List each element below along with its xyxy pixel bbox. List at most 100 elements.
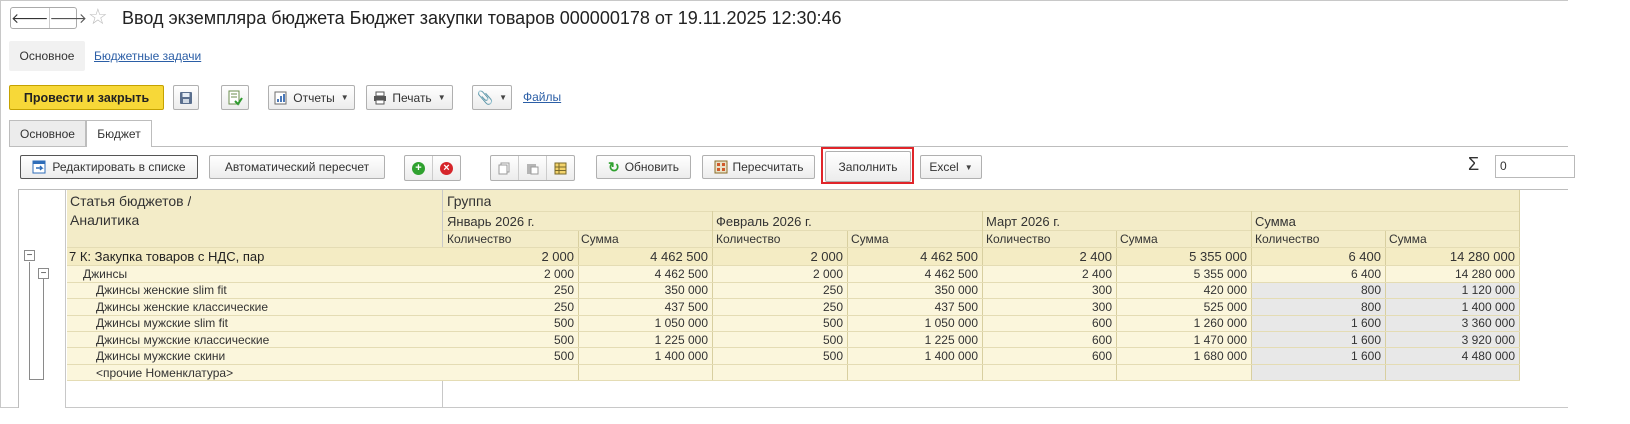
cell-value[interactable]: 250 <box>443 299 578 315</box>
col-header-qty: Количество <box>447 232 512 246</box>
selection-sum-field[interactable]: 0 <box>1495 155 1575 178</box>
forward-arrow-icon[interactable]: 🡒 <box>50 8 88 28</box>
reports-label: Отчеты <box>293 90 335 105</box>
cell-value[interactable]: 2 000 <box>443 247 578 265</box>
cell-value[interactable]: 500 <box>713 315 847 331</box>
refresh-button[interactable]: ↻ Обновить <box>596 155 691 179</box>
post-document-button[interactable] <box>221 85 249 110</box>
cell-value[interactable]: 6 400 <box>1252 247 1385 265</box>
cell-value[interactable]: 1 470 000 <box>1117 332 1251 348</box>
cell-value[interactable]: 600 <box>983 332 1116 348</box>
save-button[interactable] <box>173 85 199 110</box>
cell-value[interactable]: 525 000 <box>1117 299 1251 315</box>
cell-value[interactable]: 300 <box>983 299 1116 315</box>
cell-value[interactable]: 250 <box>443 282 578 298</box>
cell-value[interactable]: 600 <box>983 348 1116 364</box>
cell-value[interactable]: 1 225 000 <box>579 332 712 348</box>
collapse-icon[interactable]: − <box>24 250 35 261</box>
cell-value[interactable]: 420 000 <box>1117 282 1251 298</box>
row-label[interactable]: 7 К: Закупка товаров с НДС, пар <box>69 247 264 265</box>
print-menu-button[interactable]: Печать ▼ <box>366 85 453 110</box>
row-label[interactable]: Джинсы женские slim fit <box>96 282 227 298</box>
section-link-budget-tasks[interactable]: Бюджетные задачи <box>94 49 201 63</box>
section-tab-main[interactable]: Основное <box>9 41 85 71</box>
cell-value[interactable]: 500 <box>713 332 847 348</box>
col-header-qty: Количество <box>986 232 1051 246</box>
cell-value[interactable]: 1 260 000 <box>1117 315 1251 331</box>
cell-value[interactable]: 14 280 000 <box>1386 265 1519 282</box>
cell-value[interactable]: 5 355 000 <box>1117 247 1251 265</box>
excel-menu-button[interactable]: Excel ▼ <box>920 155 982 179</box>
row-label[interactable]: Джинсы мужские скини <box>96 348 225 364</box>
row-label[interactable]: Джинсы женские классические <box>96 299 268 315</box>
back-arrow-icon[interactable]: 🡐 <box>11 8 50 28</box>
copy-button[interactable] <box>491 156 519 180</box>
cell-value[interactable]: 2 000 <box>713 265 847 282</box>
cell-value[interactable]: 1 600 <box>1252 332 1385 348</box>
cell-value[interactable]: 4 462 500 <box>848 265 982 282</box>
excel-label: Excel <box>929 160 959 174</box>
cell-value[interactable]: 800 <box>1252 299 1385 315</box>
reports-menu-button[interactable]: Отчеты ▼ <box>268 85 355 110</box>
navigation-buttons: 🡐 🡒 <box>10 7 87 29</box>
table-settings-button[interactable] <box>547 156 574 180</box>
cell-value[interactable]: 1 050 000 <box>848 315 982 331</box>
cell-value[interactable]: 1 600 <box>1252 348 1385 364</box>
tab-budget[interactable]: Бюджет <box>86 120 152 147</box>
cell-value[interactable]: 500 <box>713 348 847 364</box>
files-link-label[interactable]: Файлы <box>523 90 561 104</box>
cell-value[interactable]: 2 000 <box>443 265 578 282</box>
cell-value[interactable]: 600 <box>983 315 1116 331</box>
cell-value[interactable]: 4 462 500 <box>579 265 712 282</box>
row-label[interactable]: Джинсы мужские классические <box>96 332 269 348</box>
add-row-button[interactable]: + <box>405 156 433 180</box>
cell-value[interactable]: 14 280 000 <box>1386 247 1519 265</box>
cell-value[interactable]: 2 400 <box>983 247 1116 265</box>
tab-main[interactable]: Основное <box>9 120 86 146</box>
auto-recalc-button[interactable]: Автоматический пересчет <box>209 155 385 179</box>
delete-row-button[interactable]: × <box>433 156 460 180</box>
cell-value[interactable]: 350 000 <box>579 282 712 298</box>
collapse-icon[interactable]: − <box>38 268 49 279</box>
cell-value[interactable]: 1 120 000 <box>1386 282 1519 298</box>
cell-value[interactable]: 1 050 000 <box>579 315 712 331</box>
cell-value[interactable]: 250 <box>713 282 847 298</box>
cell-value[interactable]: 437 500 <box>579 299 712 315</box>
row-label[interactable]: <прочие Номенклатура> <box>96 365 233 380</box>
cell-value[interactable]: 500 <box>443 315 578 331</box>
cell-value[interactable]: 3 920 000 <box>1386 332 1519 348</box>
cell-value[interactable]: 500 <box>443 348 578 364</box>
cell-value[interactable]: 4 462 500 <box>848 247 982 265</box>
paste-button[interactable] <box>519 156 547 180</box>
cell-value[interactable]: 4 462 500 <box>579 247 712 265</box>
favorite-star-icon[interactable]: ☆ <box>88 5 108 29</box>
cell-value[interactable]: 2 400 <box>983 265 1116 282</box>
cell-value[interactable]: 500 <box>443 332 578 348</box>
cell-value[interactable]: 350 000 <box>848 282 982 298</box>
cell-value[interactable]: 1 225 000 <box>848 332 982 348</box>
cell-value[interactable]: 300 <box>983 282 1116 298</box>
cell-value[interactable]: 800 <box>1252 282 1385 298</box>
cell-value[interactable]: 2 000 <box>713 247 847 265</box>
cell-value[interactable]: 5 355 000 <box>1117 265 1251 282</box>
files-link[interactable]: Файлы <box>523 90 561 104</box>
cell-value[interactable]: 1 680 000 <box>1117 348 1251 364</box>
cell-value[interactable]: 6 400 <box>1252 265 1385 282</box>
column-header-group: Группа <box>447 192 492 209</box>
cell-value[interactable]: 3 360 000 <box>1386 315 1519 331</box>
cell-value[interactable]: 437 500 <box>848 299 982 315</box>
cell-value[interactable]: 4 480 000 <box>1386 348 1519 364</box>
cell-value[interactable]: 1 400 000 <box>579 348 712 364</box>
col-header-sum: Сумма <box>1389 232 1427 246</box>
row-label[interactable]: Джинсы мужские slim fit <box>96 315 228 331</box>
recalculate-button[interactable]: Пересчитать <box>702 155 815 179</box>
post-and-close-button[interactable]: Провести и закрыть <box>9 85 164 110</box>
attachments-menu-button[interactable]: 📎 ▼ <box>472 85 512 110</box>
row-label[interactable]: Джинсы <box>83 265 127 282</box>
cell-value[interactable]: 250 <box>713 299 847 315</box>
col-header-sum: Сумма <box>581 232 619 246</box>
cell-value[interactable]: 1 400 000 <box>1386 299 1519 315</box>
cell-value[interactable]: 1 400 000 <box>848 348 982 364</box>
edit-in-list-button[interactable]: Редактировать в списке <box>20 155 198 179</box>
cell-value[interactable]: 1 600 <box>1252 315 1385 331</box>
